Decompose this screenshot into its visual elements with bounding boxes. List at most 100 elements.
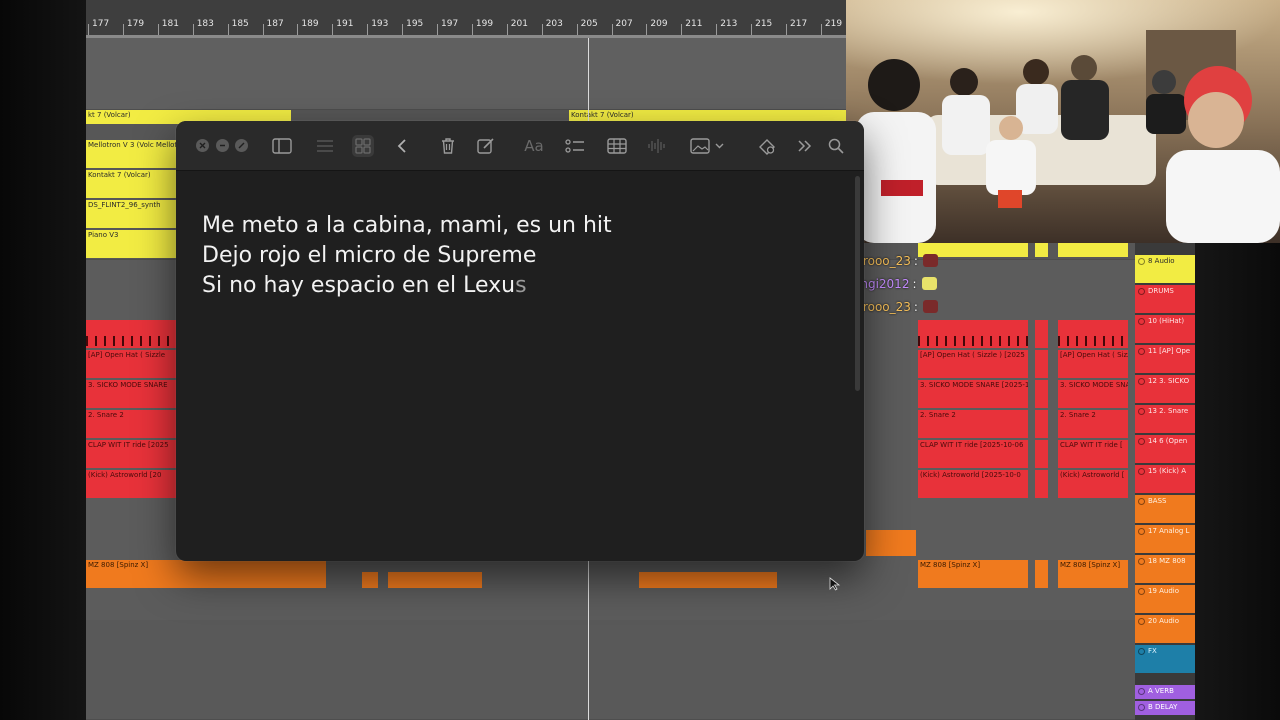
clip-open-hat-right-mid[interactable] (1035, 350, 1048, 378)
track-header[interactable]: FX (1135, 645, 1195, 673)
clip-open-hat-right-b[interactable]: [AP] Open Hat ( Sizzle (1058, 350, 1128, 378)
track-activator-icon[interactable] (1138, 438, 1145, 445)
clip-sicko-right[interactable]: 3. SICKO MODE SNARE [2025-10-0 (918, 380, 1028, 408)
track-label: 13 2. Snare (1148, 407, 1189, 415)
clip-clap-right[interactable]: CLAP WIT IT ride [2025-10-06 (918, 440, 1028, 468)
track-activator-icon[interactable] (1138, 558, 1145, 565)
track-header[interactable]: 11 [AP] Ope (1135, 345, 1195, 373)
track-label: 20 Audio (1148, 617, 1180, 625)
ruler-tick-mark (88, 24, 89, 35)
clip-hihat-left[interactable] (86, 320, 176, 348)
minimize-icon[interactable] (216, 139, 229, 152)
clip-mz808-right-b[interactable]: MZ 808 [Spinz X] (1058, 560, 1128, 588)
track-header[interactable]: DRUMS (1135, 285, 1195, 313)
clip-clap-right-b[interactable]: CLAP WIT IT ride [ (1058, 440, 1128, 468)
clip-snare-right-mid[interactable] (1035, 410, 1048, 438)
track-header[interactable]: 10 (HiHat) (1135, 315, 1195, 343)
track-header[interactable]: 8 Audio (1135, 255, 1195, 283)
clip-clap-right-mid[interactable] (1035, 440, 1048, 468)
clip-sicko-left[interactable]: 3. SICKO MODE SNARE (86, 380, 176, 408)
clip-hihat-right-b[interactable] (1058, 320, 1128, 348)
track-header[interactable]: 12 3. SICKO (1135, 375, 1195, 403)
clip-mz808-frag-2[interactable] (388, 572, 482, 588)
track-header[interactable]: 20 Audio (1135, 615, 1195, 643)
track-header[interactable]: B DELAY (1135, 701, 1195, 715)
track-header[interactable]: A VERB (1135, 685, 1195, 699)
clip-mz808-left[interactable]: MZ 808 [Spinz X] (86, 560, 326, 588)
clip-analog-lab[interactable] (866, 530, 916, 556)
track-activator-icon[interactable] (1138, 498, 1145, 505)
collaborate-icon[interactable] (756, 135, 778, 157)
track-header[interactable]: 13 2. Snare (1135, 405, 1195, 433)
track-activator-icon[interactable] (1138, 468, 1145, 475)
notes-scrollbar[interactable] (855, 176, 860, 391)
fullscreen-icon[interactable] (235, 139, 248, 152)
track-activator-icon[interactable] (1138, 528, 1145, 535)
clip-open-hat-left[interactable]: [AP] Open Hat ( Sizzle (86, 350, 176, 378)
track-activator-icon[interactable] (1138, 288, 1145, 295)
clip-clap-left[interactable]: CLAP WIT IT ride [2025 (86, 440, 176, 468)
media-icon[interactable] (688, 135, 728, 157)
track-activator-icon[interactable] (1138, 348, 1145, 355)
track-activator-icon[interactable] (1138, 704, 1145, 711)
clip-kick-right-mid[interactable] (1035, 470, 1048, 498)
track-activator-icon[interactable] (1138, 318, 1145, 325)
emote-face-icon (922, 300, 938, 313)
clip-hihat-right-mid[interactable] (1035, 320, 1048, 348)
track-activator-icon[interactable] (1138, 588, 1145, 595)
track-activator-icon[interactable] (1138, 378, 1145, 385)
clip-mz808-right-mid[interactable] (1035, 560, 1048, 588)
clip-kick-right-b[interactable]: (Kick) Astroworld [ (1058, 470, 1128, 498)
ruler-tick-mark (367, 24, 369, 35)
notes-window[interactable]: Aa Me meto a la cabina, mami, es un hit … (176, 121, 864, 561)
track-activator-icon[interactable] (1138, 408, 1145, 415)
track-header[interactable]: BASS (1135, 495, 1195, 523)
clip-audio-8-right-b[interactable] (1058, 243, 1128, 257)
clip-mz808-frag-1[interactable] (362, 572, 378, 588)
timeline-ruler[interactable]: 177 179 181 183 185 187 189 191 193 195 197 199 201 2… (86, 0, 846, 38)
track-header[interactable]: 17 Analog L (1135, 525, 1195, 553)
track-activator-icon[interactable] (1138, 648, 1145, 655)
clip-kontakt-3[interactable]: Kontakt 7 (Volcar) (86, 170, 176, 198)
compose-icon[interactable] (475, 135, 497, 157)
track-activator-icon[interactable] (1138, 688, 1145, 695)
chat-message: cirooo_23: (853, 249, 973, 272)
format-text-icon[interactable]: Aa (523, 135, 545, 157)
list-view-icon[interactable] (314, 135, 336, 157)
ruler-tick-label: 189 (301, 19, 319, 29)
clip-audio-8-right-mid[interactable] (1035, 243, 1048, 257)
clip-sicko-right-mid[interactable] (1035, 380, 1048, 408)
clip-flint[interactable]: DS_FLINT2_96_synth (86, 200, 176, 228)
track-header[interactable]: 19 Audio (1135, 585, 1195, 613)
clip-hihat-right[interactable] (918, 320, 1028, 348)
back-icon[interactable] (391, 135, 413, 157)
clip-mz808-frag-3[interactable] (639, 572, 777, 588)
search-icon[interactable] (825, 135, 847, 157)
clip-kick-left[interactable]: (Kick) Astroworld [20 (86, 470, 176, 498)
track-activator-icon[interactable] (1138, 618, 1145, 625)
clip-mz808-right[interactable]: MZ 808 [Spinz X] (918, 560, 1028, 588)
clip-sicko-right-b[interactable]: 3. SICKO MODE SNARE (1058, 380, 1128, 408)
gallery-view-icon[interactable] (352, 135, 374, 157)
track-header[interactable]: 18 MZ 808 (1135, 555, 1195, 583)
track-header[interactable]: 15 (Kick) A (1135, 465, 1195, 493)
clip-snare-left[interactable]: 2. Snare 2 (86, 410, 176, 438)
note-editor[interactable]: Me meto a la cabina, mami, es un hit Dej… (202, 211, 822, 301)
clip-open-hat-right[interactable]: [AP] Open Hat ( Sizzle ) [2025 (918, 350, 1028, 378)
audio-icon[interactable] (645, 135, 667, 157)
clip-kick-right[interactable]: (Kick) Astroworld [2025-10-0 (918, 470, 1028, 498)
close-icon[interactable] (196, 139, 209, 152)
clip-snare-right-b[interactable]: 2. Snare 2 (1058, 410, 1128, 438)
track-header[interactable]: 14 6 (Open (1135, 435, 1195, 463)
track-activator-icon[interactable] (1138, 258, 1145, 265)
ruler-tick-mark (820, 24, 822, 35)
table-icon[interactable] (606, 135, 628, 157)
sidebar-icon[interactable] (271, 135, 293, 157)
ruler-tick-mark (122, 24, 124, 35)
more-icon[interactable] (794, 135, 816, 157)
clip-snare-right[interactable]: 2. Snare 2 (918, 410, 1028, 438)
clip-mellotron[interactable]: Mellotron V 3 (Volc Mellot (86, 140, 176, 168)
trash-icon[interactable] (437, 135, 459, 157)
checklist-icon[interactable] (564, 135, 586, 157)
clip-piano[interactable]: Piano V3 (86, 230, 176, 258)
